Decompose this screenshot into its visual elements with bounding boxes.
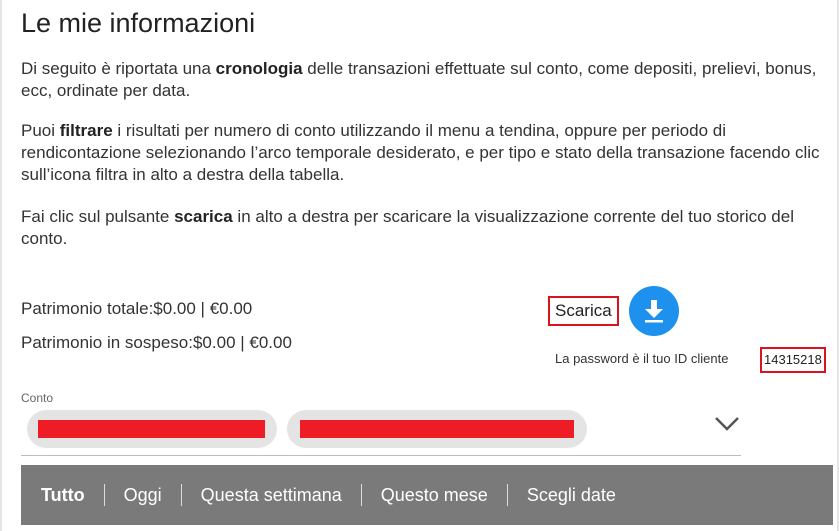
download-button[interactable]: [629, 286, 679, 336]
page-left-border: [0, 0, 2, 531]
client-id: 14315218: [760, 347, 826, 373]
download-text-start: Fai clic sul pulsante: [21, 207, 175, 226]
filter-text-start: Puoi: [21, 121, 60, 140]
download-label[interactable]: Scarica: [548, 296, 619, 326]
pending-assets: Patrimonio in sospeso:$0.00 | €0.00: [21, 333, 292, 352]
redacted-account-number: [300, 420, 574, 438]
account-chip[interactable]: [287, 410, 587, 448]
filter-bold-term: filtrare: [59, 121, 113, 140]
intro-bold-term: cronologia: [215, 59, 303, 78]
download-bold-term: scarica: [174, 207, 233, 226]
filter-text-end: i risultati per numero di conto utilizza…: [21, 121, 820, 184]
chevron-down-icon[interactable]: [713, 414, 741, 434]
account-select-underline: [21, 455, 741, 456]
password-hint: La password è il tuo ID cliente: [555, 351, 729, 366]
tab-tutto[interactable]: Tutto: [21, 484, 104, 506]
tab-questo-mese[interactable]: Questo mese: [360, 484, 507, 506]
redacted-account-number: [38, 420, 265, 438]
download-paragraph: Fai clic sul pulsante scarica in alto a …: [21, 206, 821, 250]
account-label: Conto: [21, 391, 54, 405]
total-assets: Patrimonio totale:$0.00 | €0.00: [21, 299, 253, 318]
tab-scegli-date[interactable]: Scegli date: [506, 484, 635, 506]
tab-oggi[interactable]: Oggi: [103, 484, 181, 506]
intro-text-start: Di seguito è riportata una: [21, 59, 216, 78]
period-tabs: Tutto Oggi Questa settimana Questo mese …: [21, 465, 833, 525]
account-chip[interactable]: [27, 410, 277, 448]
tab-questa-settimana[interactable]: Questa settimana: [180, 484, 361, 506]
download-icon: [645, 300, 663, 323]
intro-paragraph: Di seguito è riportata una cronologia de…: [21, 58, 821, 102]
filter-paragraph: Puoi filtrare i risultati per numero di …: [21, 120, 821, 186]
page-title: Le mie informazioni: [21, 8, 256, 38]
